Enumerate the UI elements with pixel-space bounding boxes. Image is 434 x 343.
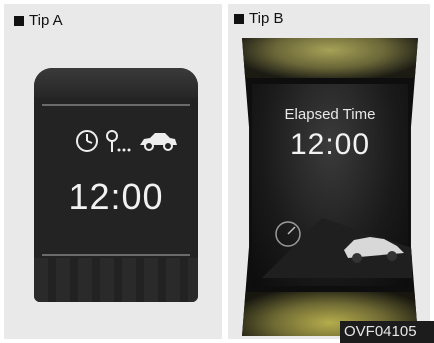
type-a-panel: Tip A 12:00: [4, 4, 222, 339]
type-b-clock: 12:00: [289, 128, 371, 161]
car-icon: [140, 133, 177, 151]
type-b-panel: Tip B Elapsed Time 12:00: [228, 4, 430, 339]
bullet-square-icon: [14, 15, 24, 26]
clock-icon: [76, 130, 98, 152]
display-divider: [42, 254, 190, 256]
display-divider: [42, 104, 190, 106]
type-a-display: 12:00: [34, 68, 198, 302]
bullet-square-icon: [234, 13, 244, 24]
type-a-label-text: Tip A: [29, 12, 63, 29]
road-scene: [262, 218, 412, 278]
type-a-label: Tip A: [14, 12, 63, 29]
elapsed-time-title: Elapsed Time: [284, 106, 376, 123]
type-a-clock: 12:00: [68, 176, 164, 217]
type-a-icons: [74, 128, 178, 154]
type-b-display: Elapsed Time 12:00: [242, 38, 418, 336]
speedometer-icon: [275, 221, 301, 247]
type-b-label-text: Tip B: [249, 10, 284, 27]
type-b-label: Tip B: [234, 10, 283, 27]
figure-code: OVF04105: [340, 321, 434, 343]
key-icon: [106, 130, 131, 152]
